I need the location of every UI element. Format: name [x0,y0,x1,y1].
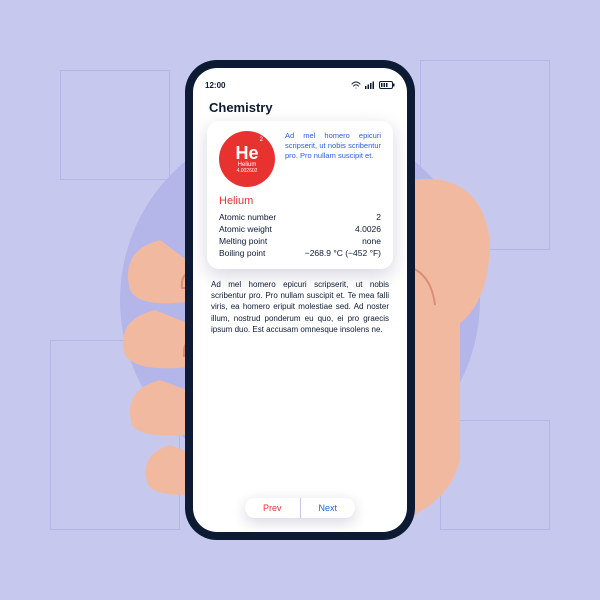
battery-icon [379,81,395,89]
next-button[interactable]: Next [301,498,356,518]
prop-row: Melting pointnone [219,235,381,247]
page-title: Chemistry [209,100,395,115]
element-name: Helium [219,195,381,207]
prop-row: Atomic weight4.0026 [219,223,381,235]
body-text: Ad mel homero epicuri scripserit, ut nob… [205,279,395,490]
property-list: Atomic number2 Atomic weight4.0026 Melti… [219,211,381,259]
screen: 12:00 Chemistry 2 He Helium 4.002602 Ad … [193,68,407,532]
status-bar: 12:00 [205,78,395,92]
prop-row: Atomic number2 [219,211,381,223]
nav-pill: Prev Next [245,498,355,518]
signal-icon [365,81,375,89]
badge-symbol: He [235,144,258,162]
phone-frame: 12:00 Chemistry 2 He Helium 4.002602 Ad … [185,60,415,540]
prop-row: Boiling point−268.9 °C (−452 °F) [219,247,381,259]
element-card: 2 He Helium 4.002602 Ad mel homero epicu… [207,121,393,269]
prev-button[interactable]: Prev [245,498,301,518]
wifi-icon [351,81,361,89]
status-time: 12:00 [205,81,225,90]
element-badge: 2 He Helium 4.002602 [219,131,275,187]
element-blurb: Ad mel homero epicuri scripserit, ut nob… [285,131,381,161]
badge-weight: 4.002602 [237,168,258,174]
badge-atomic-number: 2 [260,137,263,143]
